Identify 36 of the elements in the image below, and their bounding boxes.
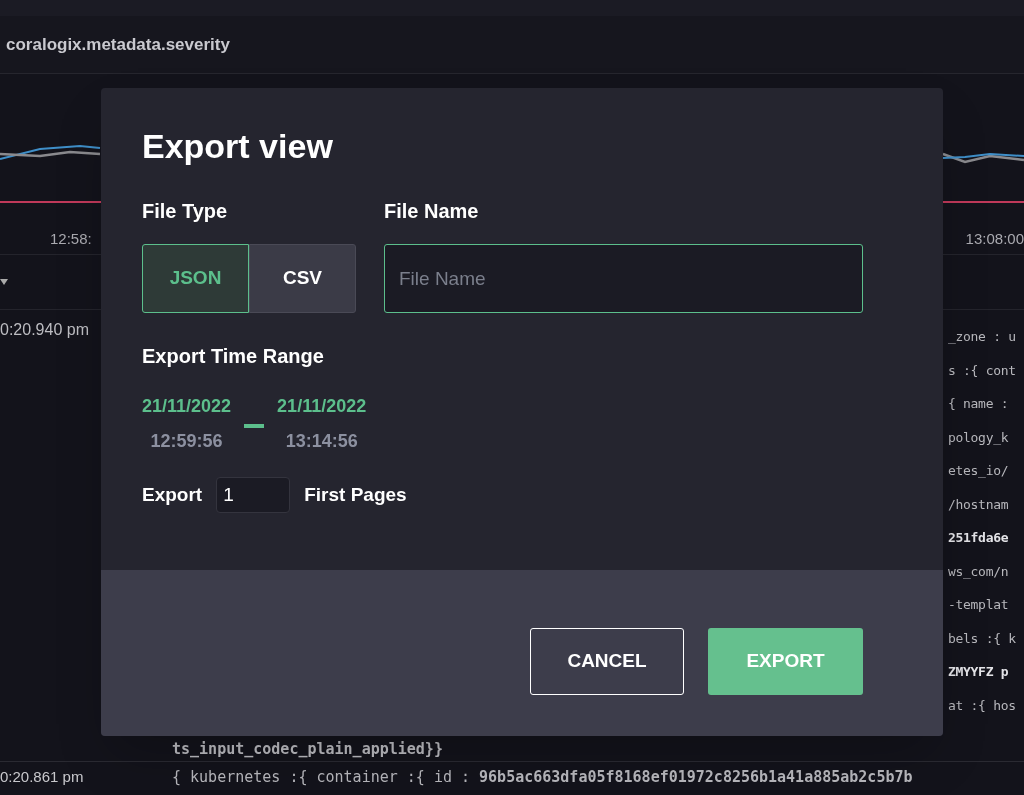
- log-text: { name :: [948, 395, 1009, 413]
- file-type-option[interactable]: JSON: [142, 244, 249, 313]
- dialog-title: Export view: [142, 126, 333, 167]
- log-text: ws_com/n: [948, 562, 1009, 581]
- log-time: 0:20.861 pm: [0, 766, 85, 787]
- axis-label: 12:58:: [50, 228, 92, 249]
- log-text: { kubernetes :{ container :{ id : 96b5ac663dfa05f8168ef01972c8256b1a41a885ab2c5b7b: [172, 766, 913, 788]
- field-label: File Type: [142, 199, 228, 224]
- log-text: pology_k: [948, 428, 1009, 447]
- log-text: _zone : u: [948, 328, 1016, 346]
- start-time: 12:59:56: [150, 430, 223, 453]
- file-name-input[interactable]: File Name: [384, 244, 863, 313]
- export-label: Export: [142, 482, 203, 507]
- log-text: at :{ hos: [948, 696, 1016, 715]
- log-text: bels :{ k: [948, 629, 1016, 648]
- log-text: -templat: [948, 596, 1009, 614]
- caret-icon[interactable]: [0, 278, 8, 286]
- pages-label: First Pages: [304, 482, 407, 507]
- file-type-option[interactable]: CSV: [249, 244, 356, 313]
- end-time: 13:14:56: [285, 430, 358, 453]
- log-text: ZMYYFZ p: [948, 663, 1009, 681]
- log-text: s :{ cont: [948, 361, 1016, 380]
- field-label: Export Time Range: [142, 344, 324, 369]
- field-label: File Name: [384, 199, 479, 224]
- pages-input[interactable]: 1: [216, 477, 291, 513]
- log-time: 0:20.940 pm: [0, 320, 90, 340]
- range-dash: [244, 424, 265, 428]
- log-text: 251fda6e: [948, 529, 1009, 547]
- log-text: /hostnam: [948, 495, 1009, 514]
- axis-label: 13:08:00: [965, 228, 1024, 249]
- log-text: ts_input_codec_plain_applied}}: [172, 740, 443, 758]
- log-text: etes_io/: [948, 462, 1009, 480]
- start-date: 21/11/2022: [142, 395, 232, 418]
- field-header: coralogix.metadata.severity: [6, 33, 230, 56]
- end-date: 21/11/2022: [277, 395, 367, 418]
- cancel-button[interactable]: CANCEL: [530, 627, 684, 695]
